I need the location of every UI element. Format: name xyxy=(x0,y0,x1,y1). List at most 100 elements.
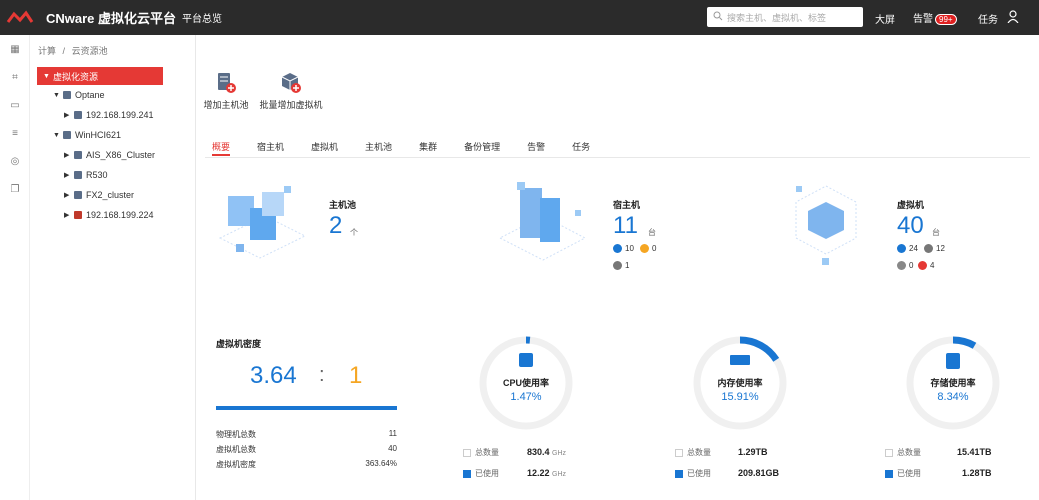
tab-alarms[interactable]: 告警 xyxy=(527,140,545,156)
resource-tree-panel xyxy=(31,35,196,500)
legend-swatch xyxy=(463,469,471,478)
tasks-link[interactable]: 任务 xyxy=(978,11,998,26)
storage-total-value: 15.41TB xyxy=(957,447,992,457)
host-unit: 台 xyxy=(648,228,656,237)
cpu-icon xyxy=(519,353,533,367)
breadcrumb-compute[interactable]: 计算 xyxy=(38,46,56,56)
host-warning-count: 0 xyxy=(652,244,657,253)
density-row-label: 虚拟机密度 xyxy=(216,460,256,469)
tree-root[interactable]: ▼ 虚拟化资源 xyxy=(37,67,163,85)
vm-stopped-stat: 12 xyxy=(924,244,945,253)
vm-add-icon xyxy=(280,72,302,94)
user-icon[interactable] xyxy=(1007,10,1019,26)
density-row: 虚拟机总数 40 xyxy=(216,444,397,455)
tree-node-optane[interactable]: ▼ Optane xyxy=(53,90,105,100)
value-number: 830.4 xyxy=(527,447,550,457)
tab-vms[interactable]: 虚拟机 xyxy=(311,140,338,156)
batch-add-vm-label: 批量增加虚拟机 xyxy=(259,100,323,110)
legend-swatch xyxy=(463,448,471,457)
tree-node-cluster-ais[interactable]: ▶ AIS_X86_Cluster xyxy=(64,150,155,160)
legend-label: 已使用 xyxy=(475,469,499,478)
host-icon xyxy=(74,111,82,119)
breadcrumb-pool[interactable]: 云资源池 xyxy=(72,46,108,56)
compute-icon[interactable]: ⌗ xyxy=(9,72,21,84)
tab-hosts[interactable]: 宿主机 xyxy=(257,140,284,156)
vm-running-count: 24 xyxy=(909,244,918,253)
tree-node-label: AIS_X86_Cluster xyxy=(86,150,156,160)
host-count: 11 xyxy=(613,212,638,239)
memory-total-value: 1.29TB xyxy=(738,447,768,457)
vm-paused-count: 0 xyxy=(909,261,914,270)
alarm-link[interactable]: 告警 99+ xyxy=(913,10,957,25)
legend-label: 已使用 xyxy=(897,469,921,478)
tab-pools[interactable]: 主机池 xyxy=(365,140,392,156)
tree-root-label: 虚拟化资源 xyxy=(53,71,99,82)
tree-node-host-224[interactable]: ▶ 192.168.199.224 xyxy=(64,210,154,220)
vm-illustration xyxy=(790,178,862,272)
dashboard-icon[interactable]: ▦ xyxy=(9,44,21,56)
search-box[interactable]: 搜索主机、虚拟机、标签 xyxy=(707,7,863,27)
cluster-icon xyxy=(74,151,82,159)
host-offline-stat: 1 xyxy=(613,261,629,270)
storage-total-legend: 总数量 xyxy=(885,447,921,458)
host-title: 宿主机 xyxy=(613,200,641,210)
server-add-icon xyxy=(215,72,237,94)
density-row: 虚拟机密度 363.64% xyxy=(216,459,397,470)
batch-add-vm-button[interactable]: 批量增加虚拟机 xyxy=(258,72,324,111)
brand-title: CNware 虚拟化云平台 xyxy=(46,11,177,26)
tree-node-fx2[interactable]: ▶ FX2_cluster xyxy=(64,190,134,200)
storage-used-legend: 已使用 xyxy=(885,468,921,479)
pool-title: 主机池 xyxy=(329,200,357,210)
legend-label: 总数量 xyxy=(475,448,499,457)
tree-node-label: R530 xyxy=(86,170,108,180)
alarm-badge: 99+ xyxy=(935,14,957,25)
tab-backup[interactable]: 备份管理 xyxy=(464,140,500,156)
value-number: 12.22 xyxy=(527,468,550,478)
pool-count: 2 xyxy=(329,212,343,239)
breadcrumb-separator: / xyxy=(62,46,66,56)
storage-gauge-value: 8.34% xyxy=(937,391,969,403)
tab-tasks[interactable]: 任务 xyxy=(572,140,590,156)
big-screen-link[interactable]: 大屏 xyxy=(875,11,895,26)
density-bar xyxy=(216,406,397,410)
tree-node-label: 192.168.199.224 xyxy=(86,210,154,220)
logo[interactable] xyxy=(0,0,40,35)
network-icon[interactable]: ◎ xyxy=(9,156,21,168)
legend-swatch xyxy=(675,469,683,478)
density-row-value: 363.64% xyxy=(365,459,397,468)
tree-node-r530[interactable]: ▶ R530 xyxy=(64,170,108,180)
density-row-label: 虚拟机总数 xyxy=(216,445,256,454)
add-pool-button[interactable]: 增加主机池 xyxy=(203,72,249,111)
search-icon xyxy=(713,11,723,23)
tab-clusters[interactable]: 集群 xyxy=(419,140,437,156)
tab-overview[interactable]: 概要 xyxy=(212,140,231,156)
legend-label: 已使用 xyxy=(687,469,711,478)
storage-icon[interactable]: ▭ xyxy=(9,100,21,112)
value-unit: GHz xyxy=(552,471,567,478)
tree-node-host-241[interactable]: ▶ 192.168.199.241 xyxy=(64,110,154,120)
tree-node-winhci[interactable]: ▼ WinHCI621 xyxy=(53,130,121,140)
memory-icon xyxy=(730,355,750,365)
legend-label: 总数量 xyxy=(897,448,921,457)
host-offline-count: 1 xyxy=(625,261,630,270)
database-icon[interactable]: ≡ xyxy=(9,128,21,140)
vm-count: 40 xyxy=(897,212,924,239)
error-icon xyxy=(918,261,927,270)
memory-used-value: 209.81GB xyxy=(738,468,780,478)
density-colon: : xyxy=(319,364,325,386)
tree-node-label: 192.168.199.241 xyxy=(86,110,154,120)
search-input[interactable]: 搜索主机、虚拟机、标签 xyxy=(727,11,826,24)
density-row: 物理机总数 11 xyxy=(216,429,397,440)
legend-label: 总数量 xyxy=(687,448,711,457)
host-error-icon xyxy=(74,211,82,219)
pool-icon xyxy=(63,131,71,139)
vm-unit: 台 xyxy=(932,228,940,237)
density-left: 3.64 xyxy=(250,362,297,389)
paused-icon xyxy=(897,261,906,270)
vm-stopped-count: 12 xyxy=(936,244,945,253)
stopped-icon xyxy=(924,244,933,253)
left-icon-nav: ▦ ⌗ ▭ ≡ ◎ ❐ xyxy=(0,35,30,500)
add-pool-label: 增加主机池 xyxy=(203,100,249,110)
tree-node-label: Optane xyxy=(75,90,105,100)
copy-icon[interactable]: ❐ xyxy=(9,184,21,196)
